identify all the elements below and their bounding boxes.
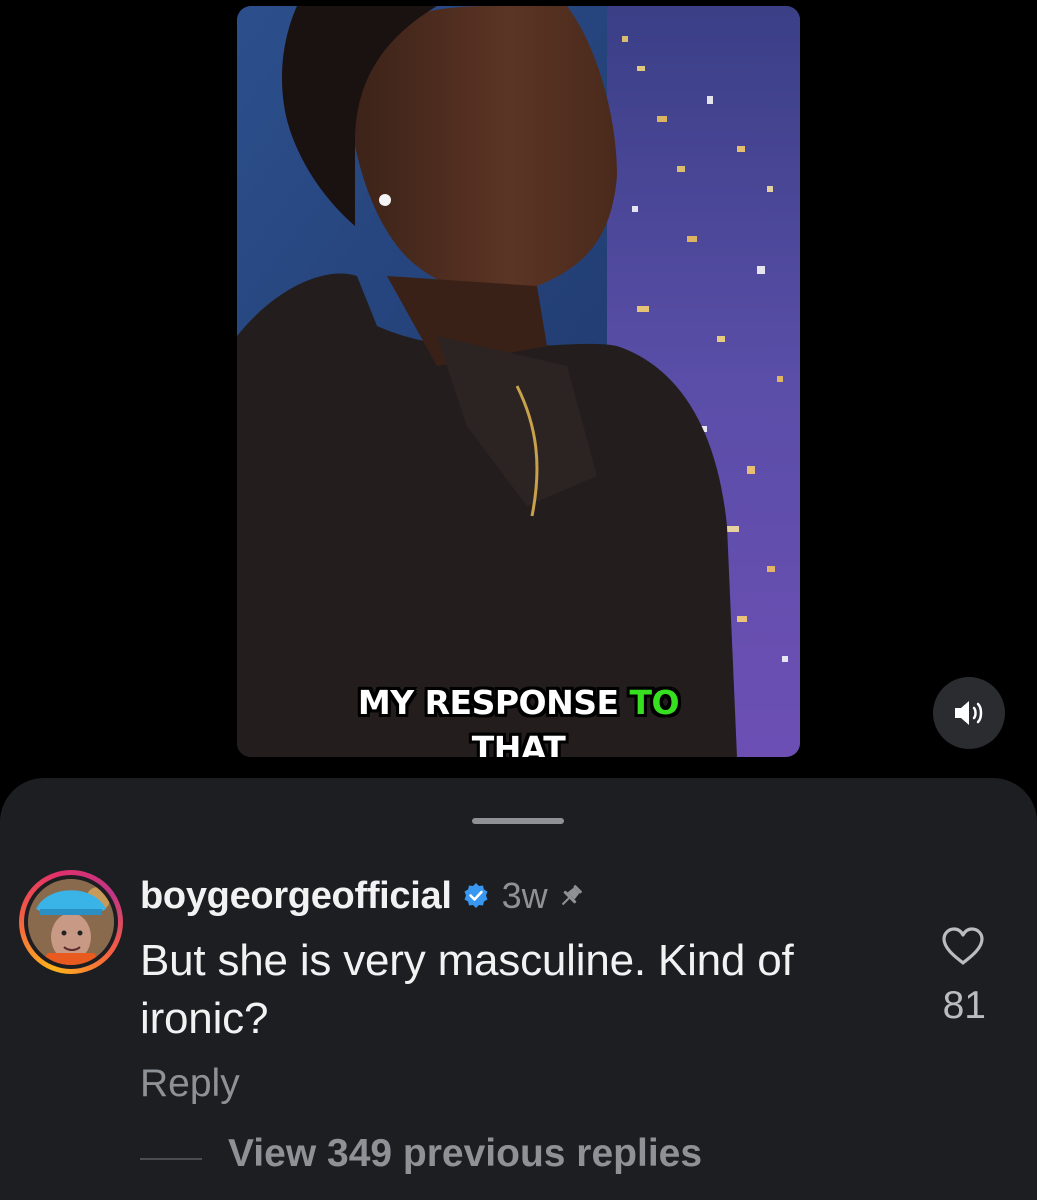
- video-frame: [237, 6, 800, 757]
- comment-time: 3w: [501, 875, 548, 916]
- reel-comments-screen: MY RESPONSE TO THAT boygeorgeofficial 3w…: [0, 0, 1037, 1200]
- avatar-image: [28, 879, 114, 965]
- pin-icon: [561, 885, 582, 906]
- like-count: 81: [942, 984, 986, 1027]
- view-replies-button[interactable]: View 349 previous replies: [228, 1132, 702, 1176]
- comment-header: boygeorgeofficial 3w: [140, 872, 586, 920]
- avatar-story-ring[interactable]: [19, 870, 123, 974]
- video-player[interactable]: MY RESPONSE TO THAT: [237, 6, 800, 757]
- caption-line-1: MY RESPONSE TO: [357, 683, 680, 722]
- heart-icon[interactable]: [940, 925, 986, 967]
- verified-badge-icon: [464, 883, 488, 908]
- caption-line-2: THAT: [471, 729, 566, 757]
- reply-button[interactable]: Reply: [140, 1062, 240, 1106]
- speaker-on-icon: [955, 701, 983, 725]
- replies-divider: [140, 1158, 202, 1160]
- comments-sheet: boygeorgeofficial 3w But she is very mas…: [0, 778, 1037, 1200]
- avatar[interactable]: [28, 879, 114, 965]
- mute-button[interactable]: [933, 677, 1005, 749]
- comment-text: But she is very masculine. Kind of ironi…: [140, 936, 794, 1043]
- sheet-grabber[interactable]: [472, 818, 564, 824]
- comment-username[interactable]: boygeorgeofficial: [140, 875, 452, 918]
